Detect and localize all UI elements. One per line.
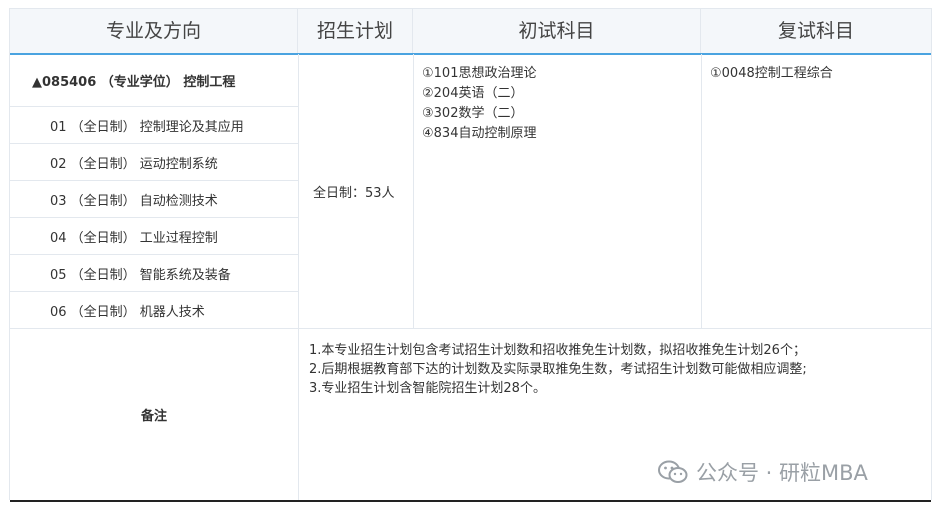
- major-title: ▲085406 （专业学位） 控制工程: [32, 75, 236, 90]
- direction-item: 06 （全日制） 机器人技术: [50, 305, 205, 320]
- exam-subject: ①101思想政治理论: [422, 66, 537, 81]
- direction-item: 02 （全日制） 运动控制系统: [50, 157, 218, 172]
- retest-subject: ①0048控制工程综合: [710, 66, 833, 81]
- remarks-label: 备注: [140, 409, 167, 424]
- table-header: 专业及方向 招生计划 初试科目 复试科目: [10, 8, 931, 55]
- header-plan: 招生计划: [298, 9, 413, 53]
- retest-subjects: ①0048控制工程综合: [710, 64, 833, 84]
- grid-line: [10, 180, 298, 181]
- header-major: 专业及方向: [10, 9, 298, 53]
- admission-table: 专业及方向 招生计划 初试科目 复试科目 ▲085406 （专业学位） 控制工程…: [9, 8, 932, 502]
- remark-line: 2.后期根据教育部下达的计划数及实际录取推免生数，考试招生计划数可能做相应调整;: [309, 362, 807, 377]
- grid-line: [701, 54, 702, 328]
- wechat-icon: [658, 460, 688, 483]
- header-exam: 初试科目: [413, 9, 701, 53]
- grid-line: [10, 217, 298, 218]
- direction-item: 05 （全日制） 智能系统及装备: [50, 268, 231, 283]
- header-retest: 复试科目: [777, 20, 854, 42]
- watermark: 公众号 · 研粒MBA: [658, 457, 868, 487]
- exam-subject: ③302数学（二）: [422, 106, 524, 121]
- grid-line: [10, 291, 298, 292]
- grid-line: [10, 106, 298, 107]
- direction-item: 04 （全日制） 工业过程控制: [50, 231, 218, 246]
- enrollment-plan: 全日制：53人: [313, 186, 395, 201]
- exam-subject: ④834自动控制原理: [422, 126, 537, 141]
- watermark-text: 公众号 · 研粒MBA: [696, 461, 868, 485]
- grid-line: [10, 328, 931, 329]
- remark-line: 1.本专业招生计划包含考试招生计划数和招收推免生计划数，拟招收推免生计划26个；: [309, 343, 806, 358]
- direction-item: 03 （全日制） 自动检测技术: [50, 194, 218, 209]
- exam-subjects: ①101思想政治理论 ②204英语（二） ③302数学（二） ④834自动控制原…: [422, 64, 536, 144]
- remarks-notes: 1.本专业招生计划包含考试招生计划数和招收推免生计划数，拟招收推免生计划26个；…: [309, 341, 807, 398]
- grid-line: [10, 254, 298, 255]
- grid-line: [10, 143, 298, 144]
- grid-line: [413, 54, 414, 328]
- bottom-rule: [10, 500, 931, 502]
- remark-line: 3.专业招生计划含智能院招生计划28个。: [309, 381, 546, 396]
- grid-line: [298, 54, 299, 500]
- exam-subject: ②204英语（二）: [422, 86, 524, 101]
- direction-item: 01 （全日制） 控制理论及其应用: [50, 120, 244, 135]
